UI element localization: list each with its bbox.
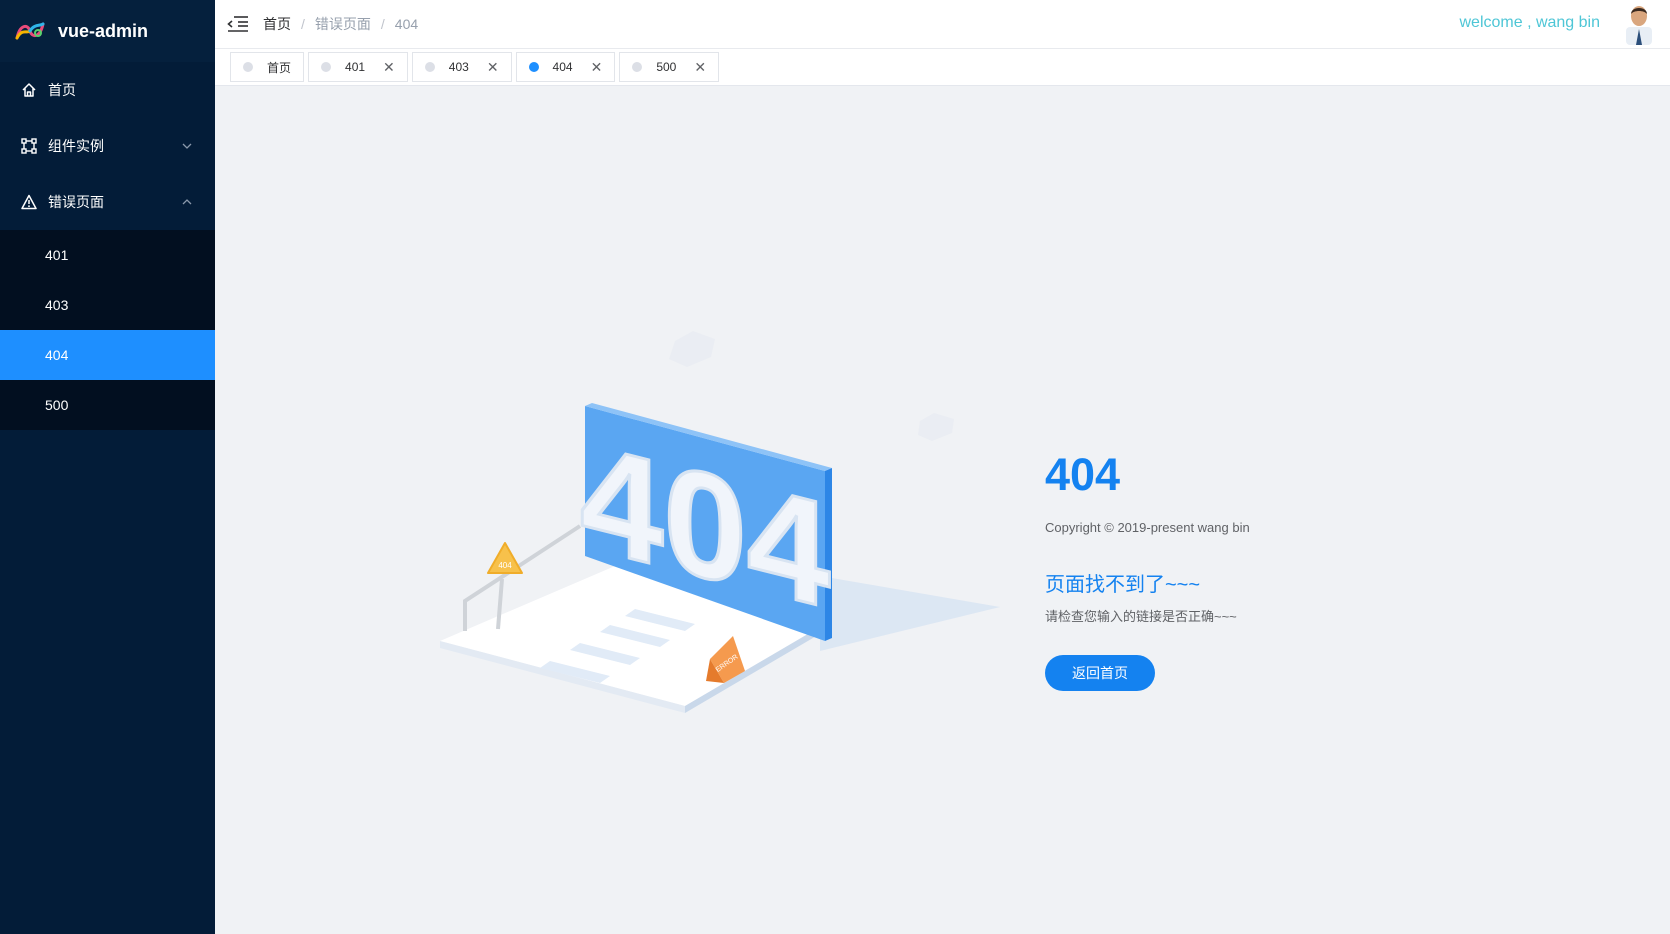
tag-500[interactable]: 500 ✕ xyxy=(619,52,720,82)
tag-home[interactable]: 首页 xyxy=(230,52,305,82)
breadcrumb-separator: / xyxy=(301,16,305,32)
avatar[interactable] xyxy=(1622,3,1656,45)
breadcrumb-item-home[interactable]: 首页 xyxy=(263,14,291,34)
chevron-up-icon xyxy=(182,199,192,205)
sidebar-item-401[interactable]: 401 xyxy=(0,230,215,280)
tag-dot xyxy=(321,62,332,72)
sidebar-item-components[interactable]: 组件实例 xyxy=(0,118,215,174)
sidebar-item-home[interactable]: 首页 xyxy=(0,62,215,118)
header: 首页 / 错误页面 / 404 welcome , wang bin xyxy=(215,0,1670,49)
sidebar-item-label: 403 xyxy=(45,297,69,313)
breadcrumb-separator: / xyxy=(380,16,385,32)
tag-404[interactable]: 404 ✕ xyxy=(515,52,616,82)
welcome-text: welcome , wang bin xyxy=(1459,14,1600,31)
submenu-error-pages: 401 403 404 500 xyxy=(0,230,215,430)
sidebar-item-error-pages[interactable]: 错误页面 xyxy=(0,174,215,230)
chevron-down-icon xyxy=(182,143,192,149)
breadcrumb-item-current: 404 xyxy=(394,16,419,32)
error-headline: 页面找不到了~~~ xyxy=(1045,574,1201,596)
sidebar-item-label: 500 xyxy=(45,397,69,413)
back-home-button[interactable]: 返回首页 xyxy=(1045,655,1155,691)
close-icon[interactable]: ✕ xyxy=(591,60,603,74)
tag-dot xyxy=(632,62,643,72)
home-icon xyxy=(20,81,38,99)
tag-dot xyxy=(528,62,539,72)
breadcrumb: 首页 / 错误页面 / 404 xyxy=(263,14,418,34)
tag-label: 首页 xyxy=(267,60,292,75)
copyright-text: Copyright © 2019-present wang bin xyxy=(1045,520,1250,535)
tag-401[interactable]: 401 ✕ xyxy=(308,52,408,82)
logo-icon xyxy=(15,22,45,40)
component-icon xyxy=(20,137,38,155)
tag-label: 403 xyxy=(448,60,469,74)
error-404-illustration: 404 404 ERROR xyxy=(440,331,1000,713)
close-icon[interactable]: ✕ xyxy=(694,60,706,74)
sidebar-item-500[interactable]: 500 xyxy=(0,380,215,430)
sidebar-item-label: 首页 xyxy=(48,82,76,98)
tag-label: 404 xyxy=(552,60,573,74)
cloud-shape xyxy=(669,331,954,441)
sidebar-item-403[interactable]: 403 xyxy=(0,280,215,330)
close-icon[interactable]: ✕ xyxy=(487,60,499,74)
sidebar: vue-admin 首页 组件实例 错误页面 401 403 404 500 xyxy=(0,0,215,934)
breadcrumb-item-error-pages: 错误页面 xyxy=(314,16,371,32)
tag-label: 401 xyxy=(345,60,366,74)
app-title: vue-admin xyxy=(58,20,149,41)
main-content: 404 404 ERROR 404 Copyright © 2019-prese… xyxy=(215,86,1670,934)
logo[interactable]: vue-admin xyxy=(0,0,215,62)
sidebar-item-label: 404 xyxy=(45,347,69,363)
tag-dot xyxy=(243,62,253,72)
error-code: 404 xyxy=(1045,449,1121,500)
tag-label: 500 xyxy=(656,60,677,74)
error-info: 请检查您输入的链接是否正确~~~ xyxy=(1045,609,1237,624)
sidebar-item-label: 错误页面 xyxy=(48,194,104,210)
warning-icon xyxy=(20,193,38,211)
close-icon[interactable]: ✕ xyxy=(383,60,395,74)
tag-dot xyxy=(424,62,435,72)
menu-fold-icon[interactable] xyxy=(227,15,249,33)
warning-sign: 404 xyxy=(487,542,523,574)
sidebar-item-404[interactable]: 404 xyxy=(0,330,215,380)
warning-sign-text: 404 xyxy=(498,561,512,570)
tag-403[interactable]: 403 ✕ xyxy=(411,52,512,82)
tags-view: 首页 401 ✕ 403 ✕ 404 ✕ 500 ✕ xyxy=(215,49,1670,86)
sidebar-item-label: 401 xyxy=(45,247,69,263)
light-beam-shape xyxy=(820,576,1000,651)
sidebar-item-label: 组件实例 xyxy=(48,138,104,154)
